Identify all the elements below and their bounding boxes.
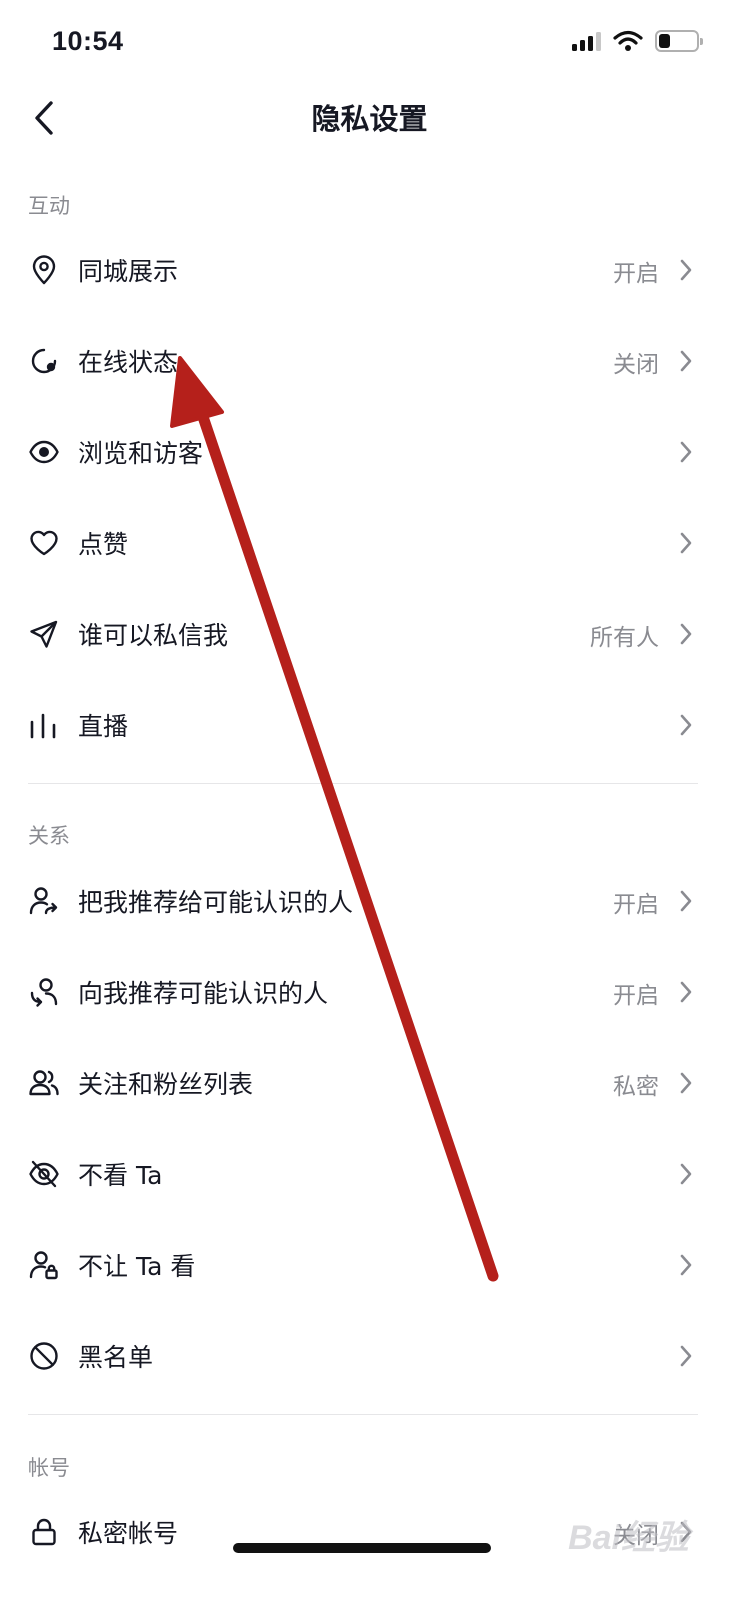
section-header-relation: 关系 (28, 824, 70, 848)
row-label: 把我推荐给可能认识的人 (78, 888, 354, 917)
row-label: 在线状态 (78, 348, 179, 377)
online-status-icon (31, 348, 57, 374)
row-label: 黑名单 (78, 1343, 154, 1372)
chevron-right-icon (680, 714, 692, 736)
chevron-right-icon (680, 350, 692, 372)
row-value: 开启 (613, 983, 659, 1009)
row-label: 直播 (78, 712, 129, 741)
location-pin-icon (32, 255, 56, 285)
row-value: 开启 (613, 892, 659, 918)
row-dont-see-them[interactable]: 不看 Ta (0, 1134, 739, 1214)
row-value: 开启 (613, 261, 659, 287)
row-follow-fans-list[interactable]: 关注和粉丝列表 私密 (0, 1043, 739, 1123)
section-divider (28, 1414, 698, 1415)
status-icons (572, 30, 703, 52)
row-label: 同城展示 (78, 257, 179, 286)
row-value: 所有人 (590, 625, 659, 651)
battery-icon (655, 30, 703, 52)
watermark-logo: Bai经验 (568, 1519, 689, 1557)
row-likes[interactable]: 点赞 (0, 503, 739, 583)
user-share-icon (29, 887, 58, 915)
row-hide-from-them[interactable]: 不让 Ta 看 (0, 1225, 739, 1305)
heart-icon (30, 530, 58, 556)
user-recommend-icon (30, 978, 58, 1007)
eye-off-icon (29, 1160, 59, 1188)
row-label: 谁可以私信我 (78, 621, 229, 650)
row-online-status[interactable]: 在线状态 关闭 (0, 321, 739, 401)
nav-bar: 隐私设置 (0, 88, 739, 148)
user-lock-icon (29, 1251, 58, 1280)
section-divider (28, 783, 698, 784)
users-icon (29, 1070, 59, 1096)
chevron-right-icon (680, 441, 692, 463)
row-label: 不看 Ta (78, 1161, 163, 1190)
row-label: 向我推荐可能认识的人 (78, 979, 329, 1008)
lock-icon (32, 1518, 56, 1546)
chevron-right-icon (680, 532, 692, 554)
wifi-icon (613, 30, 643, 51)
row-label: 关注和粉丝列表 (78, 1070, 254, 1099)
home-indicator (233, 1543, 491, 1553)
send-icon (30, 620, 58, 648)
row-label: 点赞 (78, 530, 129, 559)
row-blacklist[interactable]: 黑名单 (0, 1316, 739, 1396)
section-header-account: 帐号 (28, 1456, 70, 1480)
status-time: 10:54 (52, 26, 124, 56)
chevron-right-icon (680, 1254, 692, 1276)
chevron-right-icon (680, 1345, 692, 1367)
signal-icon (572, 31, 601, 51)
page-title: 隐私设置 (311, 102, 428, 136)
chevron-right-icon (680, 981, 692, 1003)
row-who-can-message[interactable]: 谁可以私信我 所有人 (0, 594, 739, 674)
section-header-interaction: 互动 (28, 194, 70, 218)
chevron-right-icon (680, 890, 692, 912)
row-value: 关闭 (613, 352, 659, 378)
chevron-right-icon (680, 623, 692, 645)
row-label: 浏览和访客 (78, 439, 204, 468)
status-bar: 10:54 (0, 0, 739, 88)
row-value: 私密 (613, 1074, 659, 1100)
row-nearby-display[interactable]: 同城展示 开启 (0, 230, 739, 310)
row-views-visitors[interactable]: 浏览和访客 (0, 412, 739, 492)
row-label: 不让 Ta 看 (78, 1252, 196, 1281)
chevron-right-icon (680, 1163, 692, 1185)
block-icon (30, 1342, 58, 1370)
row-label: 私密帐号 (78, 1519, 179, 1548)
row-recommend-me[interactable]: 把我推荐给可能认识的人 开启 (0, 861, 739, 941)
row-recommend-to-me[interactable]: 向我推荐可能认识的人 开启 (0, 952, 739, 1032)
chevron-right-icon (680, 259, 692, 281)
row-live[interactable]: 直播 (0, 685, 739, 765)
eye-icon (29, 440, 59, 464)
chevron-right-icon (680, 1072, 692, 1094)
bars-icon (30, 713, 56, 739)
